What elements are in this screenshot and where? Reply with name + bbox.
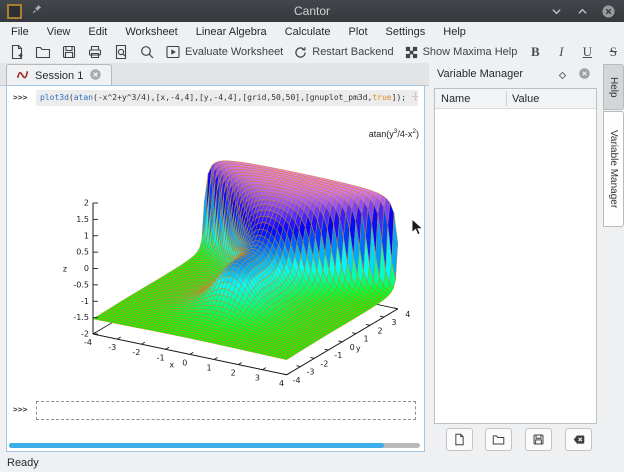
horizontal-scrollbar-thumb[interactable]: [9, 443, 384, 448]
command-input[interactable]: plot3d(atan(-x^2+y^3/4),[x,-4,4],[y,-4,4…: [36, 90, 418, 106]
menu-calculate[interactable]: Calculate: [276, 24, 340, 40]
new-variable-button[interactable]: [446, 428, 473, 451]
toolbar: Evaluate Worksheet Restart Backend Show …: [0, 41, 624, 63]
side-tab-variable-manager[interactable]: Variable Manager: [603, 111, 624, 227]
bold-button[interactable]: B: [524, 42, 546, 62]
tab-close-icon[interactable]: [89, 68, 102, 84]
command-prompt: >>>: [13, 93, 27, 102]
menu-edit[interactable]: Edit: [79, 24, 116, 40]
command-token: (-x^2+y^3/4),[x,-4,4],[y,-4,4],[grid,50,…: [93, 93, 372, 102]
panel-header: Variable Manager: [429, 62, 602, 86]
tab-label: Session 1: [35, 70, 83, 82]
tabbar: Session 1: [0, 63, 429, 86]
underline-button[interactable]: U: [576, 42, 598, 62]
evaluate-worksheet-label: Evaluate Worksheet: [185, 46, 283, 58]
command-token: plot3d: [40, 93, 69, 102]
close-button[interactable]: [600, 3, 616, 19]
panel-close-icon[interactable]: [578, 67, 591, 85]
cantor-window: Cantor File View Edit Worksheet Linear A…: [0, 0, 624, 472]
panel-title: Variable Manager: [437, 68, 523, 80]
new-worksheet-button[interactable]: [6, 42, 28, 62]
maxima-icon: [16, 68, 29, 84]
app-icon[interactable]: [7, 4, 22, 19]
window-title: Cantor: [0, 4, 624, 18]
command-token: atan: [74, 93, 93, 102]
command-token: ]);: [392, 93, 406, 102]
horizontal-scrollbar[interactable]: [9, 443, 420, 448]
command-token: true: [372, 93, 391, 102]
empty-entry-input[interactable]: [36, 401, 416, 420]
status-text: Ready: [7, 457, 39, 469]
maximize-button[interactable]: [574, 3, 590, 19]
show-maxima-help-label: Show Maxima Help: [423, 46, 518, 58]
variable-manager-panel: Variable Manager Name Value: [429, 62, 602, 455]
worksheet: >>> plot3d(atan(-x^2+y^3/4),[x,-4,4],[y,…: [6, 85, 425, 452]
evaluate-worksheet-button[interactable]: Evaluate Worksheet: [162, 42, 286, 62]
column-divider[interactable]: [506, 91, 507, 106]
tab-session-1[interactable]: Session 1: [6, 64, 112, 86]
menu-plot[interactable]: Plot: [340, 24, 377, 40]
side-tab-help[interactable]: Help: [603, 64, 624, 110]
open-button[interactable]: [32, 42, 54, 62]
minimize-button[interactable]: [548, 3, 564, 19]
italic-button[interactable]: I: [550, 42, 572, 62]
menu-linear-algebra[interactable]: Linear Algebra: [187, 24, 276, 40]
side-tab-strip: Help Variable Manager: [602, 62, 624, 455]
menu-settings[interactable]: Settings: [377, 24, 435, 40]
column-header-value[interactable]: Value: [506, 93, 539, 105]
save-variables-button[interactable]: [525, 428, 552, 451]
save-button[interactable]: [58, 42, 80, 62]
strikeout-button[interactable]: S: [602, 42, 624, 62]
clear-variables-button[interactable]: [565, 428, 592, 451]
pin-icon[interactable]: [31, 2, 43, 20]
empty-entry-prompt: >>>: [13, 405, 27, 414]
mouse-cursor: [411, 218, 424, 242]
plot3d-surface-canvas: [40, 155, 424, 405]
column-header-name[interactable]: Name: [435, 93, 506, 105]
variables-table: Name Value: [434, 88, 597, 424]
print-button[interactable]: [84, 42, 106, 62]
panel-float-icon[interactable]: [557, 68, 568, 86]
menu-view[interactable]: View: [38, 24, 80, 40]
search-icon[interactable]: [136, 42, 158, 62]
plot-title: atan(y3/4-x2): [369, 128, 419, 139]
menu-worksheet[interactable]: Worksheet: [116, 24, 186, 40]
print-preview-button[interactable]: [110, 42, 132, 62]
restart-backend-button[interactable]: Restart Backend: [290, 43, 396, 62]
variables-table-header: Name Value: [435, 89, 596, 109]
drag-entry-icon[interactable]: [411, 94, 418, 103]
restart-backend-label: Restart Backend: [312, 46, 393, 58]
titlebar: Cantor: [0, 0, 624, 22]
load-variables-button[interactable]: [485, 428, 512, 451]
menu-file[interactable]: File: [2, 24, 38, 40]
statusbar: Ready: [0, 454, 624, 472]
menu-help[interactable]: Help: [434, 24, 475, 40]
show-maxima-help-button[interactable]: Show Maxima Help: [401, 43, 521, 62]
menubar: File View Edit Worksheet Linear Algebra …: [0, 22, 624, 41]
